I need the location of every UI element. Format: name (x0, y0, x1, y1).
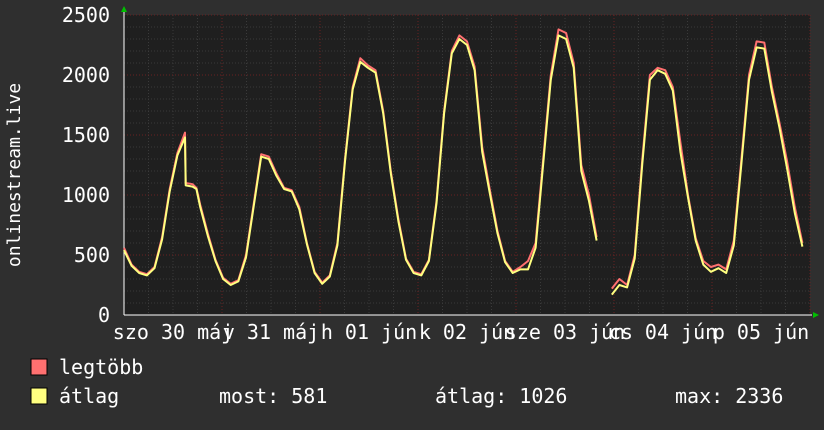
x-tick-label: szo 30 máj (113, 320, 233, 344)
stat-max: max: 2336 (675, 384, 783, 408)
legend-label: legtöbb (59, 355, 143, 379)
y-tick-label: 0 (98, 303, 110, 327)
y-tick-label: 2000 (62, 63, 110, 87)
x-tick-label: h 01 jún (321, 320, 417, 344)
stat-atlag: átlag: 1026 (435, 384, 567, 408)
x-tick-label: sze 03 jún (505, 320, 625, 344)
y-tick-label: 1500 (62, 123, 110, 147)
x-tick-label: v 31 máj (223, 320, 319, 344)
y-tick-label: 500 (74, 243, 110, 267)
y-tick-label: 2500 (62, 3, 110, 27)
legend-label: átlag (59, 384, 119, 408)
x-tick-label: cs 04 jún (609, 320, 717, 344)
stat-most: most: 581 (219, 384, 327, 408)
y-tick-label: 1000 (62, 183, 110, 207)
y-axis-label: onlinestream.live (4, 83, 25, 267)
legend-swatch (30, 358, 48, 376)
x-axis-arrow-icon (813, 312, 819, 318)
legend-swatch (30, 387, 48, 405)
y-axis-arrow-icon (121, 6, 127, 12)
x-tick-label: p 05 jún (713, 320, 809, 344)
x-tick-label: k 02 jún (419, 320, 515, 344)
chart-canvas: 0 500 1000 1500 2000 2500 onlinestream.live szo… (4, 3, 819, 408)
